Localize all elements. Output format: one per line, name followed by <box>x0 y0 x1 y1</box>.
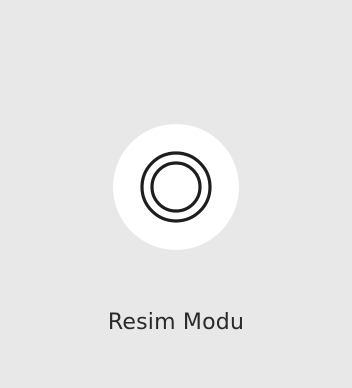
icon-circle <box>113 124 239 250</box>
picture-mode-tile[interactable]: Resim Modu <box>0 0 352 388</box>
tile-label: Resim Modu <box>107 310 245 335</box>
picture-mode-icon <box>140 151 212 223</box>
